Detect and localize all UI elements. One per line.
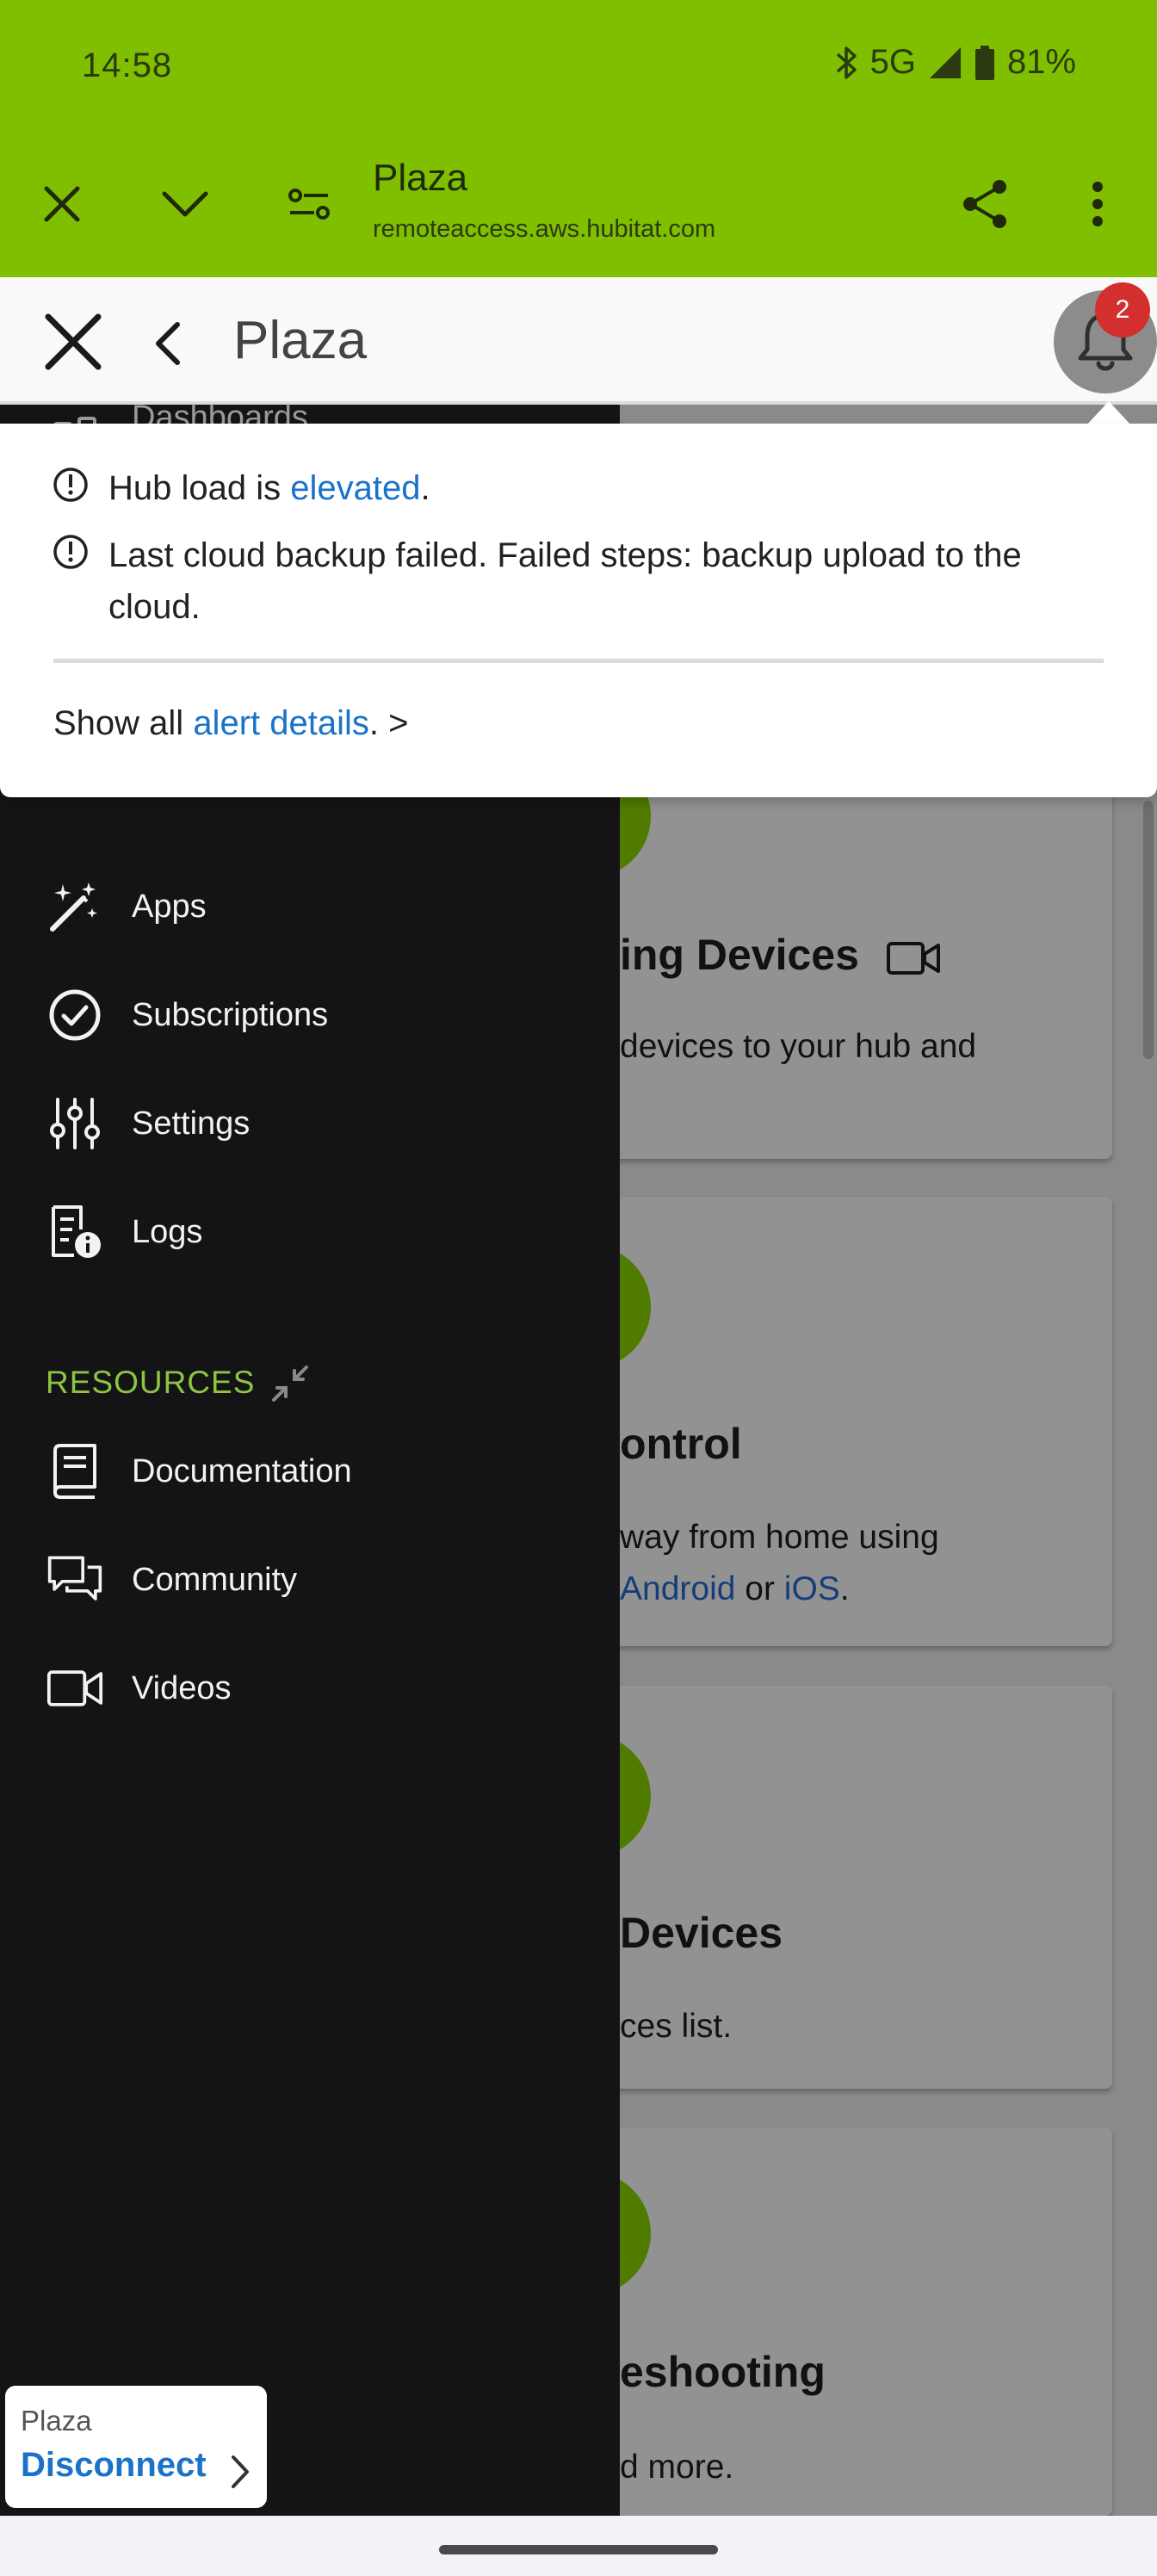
close-menu-button[interactable] xyxy=(34,303,112,381)
show-all-alerts: Show all alert details. > xyxy=(53,704,409,742)
notification-badge: 2 xyxy=(1095,282,1150,337)
card-text: ces list. xyxy=(620,2008,733,2045)
close-icon xyxy=(44,186,80,222)
system-nav-bar xyxy=(0,2516,1157,2576)
chevron-down-icon xyxy=(162,191,208,217)
nav-item-community[interactable]: Community xyxy=(0,1533,620,1627)
battery-level: 81% xyxy=(1006,43,1076,81)
close-tab-button[interactable] xyxy=(23,165,101,243)
nav-item-label: Subscriptions xyxy=(132,996,329,1033)
page-info-button[interactable] xyxy=(270,165,348,243)
ios-link[interactable]: iOS xyxy=(784,1570,840,1607)
log-document-icon xyxy=(46,1204,103,1260)
check-circle-icon xyxy=(46,987,103,1043)
book-icon xyxy=(46,1443,103,1500)
share-button[interactable] xyxy=(947,165,1024,243)
resources-heading: RESOURCES xyxy=(46,1365,256,1400)
network-type: 5G xyxy=(869,43,916,81)
alert-details-link[interactable]: alert details xyxy=(193,704,369,742)
tune-icon xyxy=(288,189,330,220)
nav-item-label: Logs xyxy=(132,1213,203,1250)
alert-circle-icon xyxy=(53,535,88,569)
nav-item-label: Community xyxy=(132,1561,298,1598)
bluetooth-icon xyxy=(836,45,858,81)
alerts-divider xyxy=(53,659,1104,663)
video-camera-icon xyxy=(46,1660,103,1717)
elevated-link[interactable]: elevated xyxy=(290,469,420,507)
chevron-left-icon xyxy=(156,322,180,365)
alert-item: Last cloud backup failed. Failed steps: … xyxy=(52,529,1119,633)
close-icon xyxy=(45,313,102,370)
connection-card[interactable]: Plaza Disconnect xyxy=(5,2386,267,2508)
signal-icon xyxy=(928,46,962,80)
alert-item: Hub load is elevated. xyxy=(52,462,1119,514)
card-title: eshooting xyxy=(620,2348,826,2396)
card-title: ing Devices xyxy=(620,930,940,980)
video-camera-icon xyxy=(886,941,940,975)
nav-item-label: Settings xyxy=(132,1105,251,1142)
chevron-right-icon xyxy=(220,2448,260,2496)
android-link[interactable]: Android xyxy=(620,1570,735,1607)
connected-hub-name: Plaza xyxy=(21,2405,92,2437)
back-button[interactable] xyxy=(138,310,198,377)
browser-url[interactable]: remoteaccess.aws.hubitat.com xyxy=(373,215,715,244)
alert-circle-icon xyxy=(53,468,88,502)
nav-item-documentation[interactable]: Documentation xyxy=(0,1424,620,1519)
nav-item-videos[interactable]: Videos xyxy=(0,1641,620,1736)
card-title: ontrol xyxy=(620,1420,742,1468)
overflow-menu-button[interactable] xyxy=(1059,165,1136,243)
nav-item-subscriptions[interactable]: Subscriptions xyxy=(0,968,620,1062)
browser-page-title: Plaza xyxy=(373,157,468,199)
card-text: d more. xyxy=(620,2449,734,2486)
card-title: Devices xyxy=(620,1909,783,1957)
nav-item-logs[interactable]: Logs xyxy=(0,1185,620,1279)
browser-chrome: 14:58 5G 81% Plaza remoteaccess.aws.hubi… xyxy=(0,0,1157,277)
minimize-button[interactable] xyxy=(146,165,224,243)
scrollbar-thumb[interactable] xyxy=(1143,801,1154,1059)
status-icons: 5G 81% xyxy=(836,43,1076,82)
alert-text: Hub load is elevated. xyxy=(108,469,430,507)
popover-caret xyxy=(1086,401,1131,425)
magic-wand-icon xyxy=(46,878,103,935)
nav-item-label: Apps xyxy=(132,888,207,925)
nav-item-apps[interactable]: Apps xyxy=(0,859,620,954)
nav-item-label: Videos xyxy=(132,1669,232,1706)
sliders-icon xyxy=(46,1095,103,1152)
share-icon xyxy=(963,180,1006,228)
nav-item-label: Documentation xyxy=(132,1452,352,1489)
collapse-arrows-icon xyxy=(272,1365,308,1402)
home-gesture-handle[interactable] xyxy=(439,2545,718,2554)
battery-icon xyxy=(974,45,995,81)
disconnect-button[interactable]: Disconnect xyxy=(21,2446,207,2485)
card-text: way from home using Android or iOS. xyxy=(620,1519,939,1607)
card-text: devices to your hub and xyxy=(620,1028,977,1065)
more-vert-icon xyxy=(1092,182,1103,226)
status-time: 14:58 xyxy=(82,46,173,84)
chat-bubbles-icon xyxy=(46,1551,103,1608)
nav-item-settings[interactable]: Settings xyxy=(0,1076,620,1171)
alert-text: Last cloud backup failed. Failed steps: … xyxy=(108,536,1022,626)
hub-title: Plaza xyxy=(233,311,368,370)
collapse-resources-button[interactable] xyxy=(267,1360,313,1407)
